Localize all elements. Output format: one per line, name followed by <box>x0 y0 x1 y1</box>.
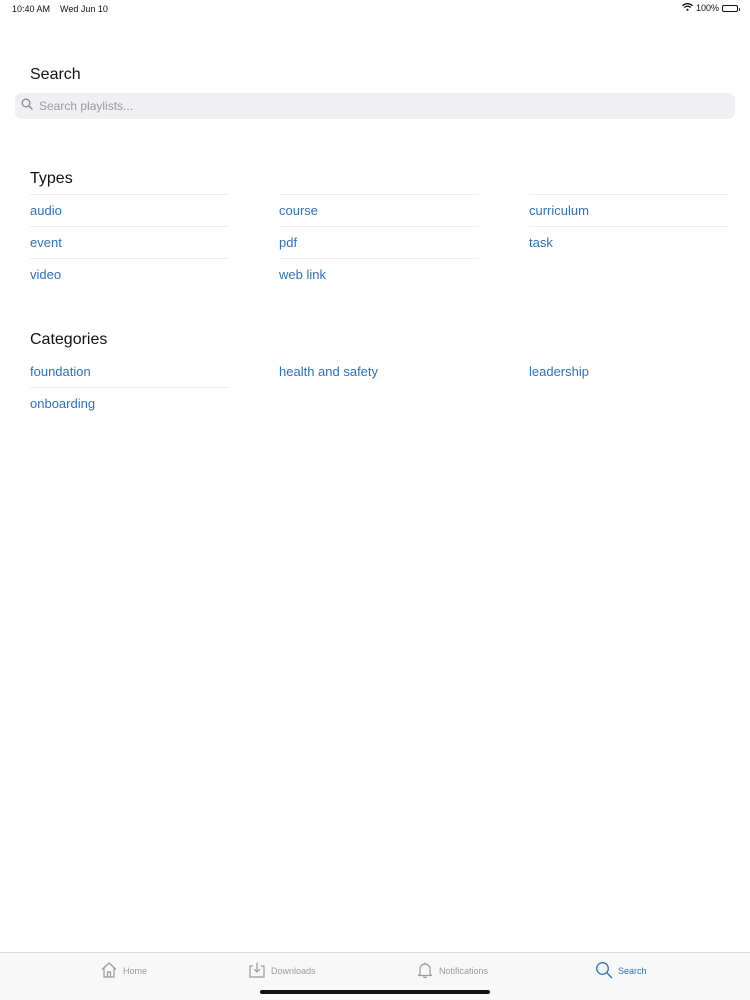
type-link-course[interactable]: course <box>279 194 479 226</box>
wifi-icon <box>682 3 693 13</box>
tab-notifications[interactable]: Notifications <box>416 961 488 981</box>
home-icon <box>100 961 118 981</box>
search-icon <box>21 97 33 115</box>
tab-home-label: Home <box>123 966 148 976</box>
battery-icon <box>722 4 740 12</box>
type-link-event[interactable]: event <box>30 226 230 258</box>
downloads-icon <box>248 961 266 981</box>
screen: 10:40 AM Wed Jun 10 100% Search Types <box>0 0 750 1000</box>
status-time: 10:40 AM <box>12 4 51 14</box>
categories-title: Categories <box>30 331 108 348</box>
search-title: Search <box>30 66 81 83</box>
category-link-onboarding[interactable]: onboarding <box>30 387 230 419</box>
bell-icon <box>416 961 434 981</box>
status-date: Wed Jun 10 <box>60 4 108 14</box>
category-link-health-and-safety[interactable]: health and safety <box>279 355 479 387</box>
type-link-task[interactable]: task <box>529 226 729 258</box>
battery-percent: 100% <box>695 3 719 13</box>
type-link-video[interactable]: video <box>30 258 230 290</box>
tab-downloads[interactable]: Downloads <box>248 961 316 981</box>
home-indicator <box>260 990 490 994</box>
tab-search-label: Search <box>618 966 647 976</box>
tab-downloads-label: Downloads <box>271 966 316 976</box>
status-indicators: 100% <box>682 3 740 13</box>
search-field[interactable] <box>15 93 735 119</box>
status-bar: 10:40 AM Wed Jun 10 100% <box>0 0 750 18</box>
types-title: Types <box>30 170 73 187</box>
type-link-web-link[interactable]: web link <box>279 258 479 290</box>
search-input[interactable] <box>37 98 721 114</box>
category-link-foundation[interactable]: foundation <box>30 355 230 387</box>
tab-home[interactable]: Home <box>100 961 147 981</box>
type-link-audio[interactable]: audio <box>30 194 230 226</box>
tab-notifications-label: Notifications <box>439 966 489 976</box>
tab-search[interactable]: Search <box>595 961 647 981</box>
type-link-pdf[interactable]: pdf <box>279 226 479 258</box>
category-link-leadership[interactable]: leadership <box>529 355 729 387</box>
search-icon <box>595 961 613 981</box>
type-link-curriculum[interactable]: curriculum <box>529 194 729 226</box>
